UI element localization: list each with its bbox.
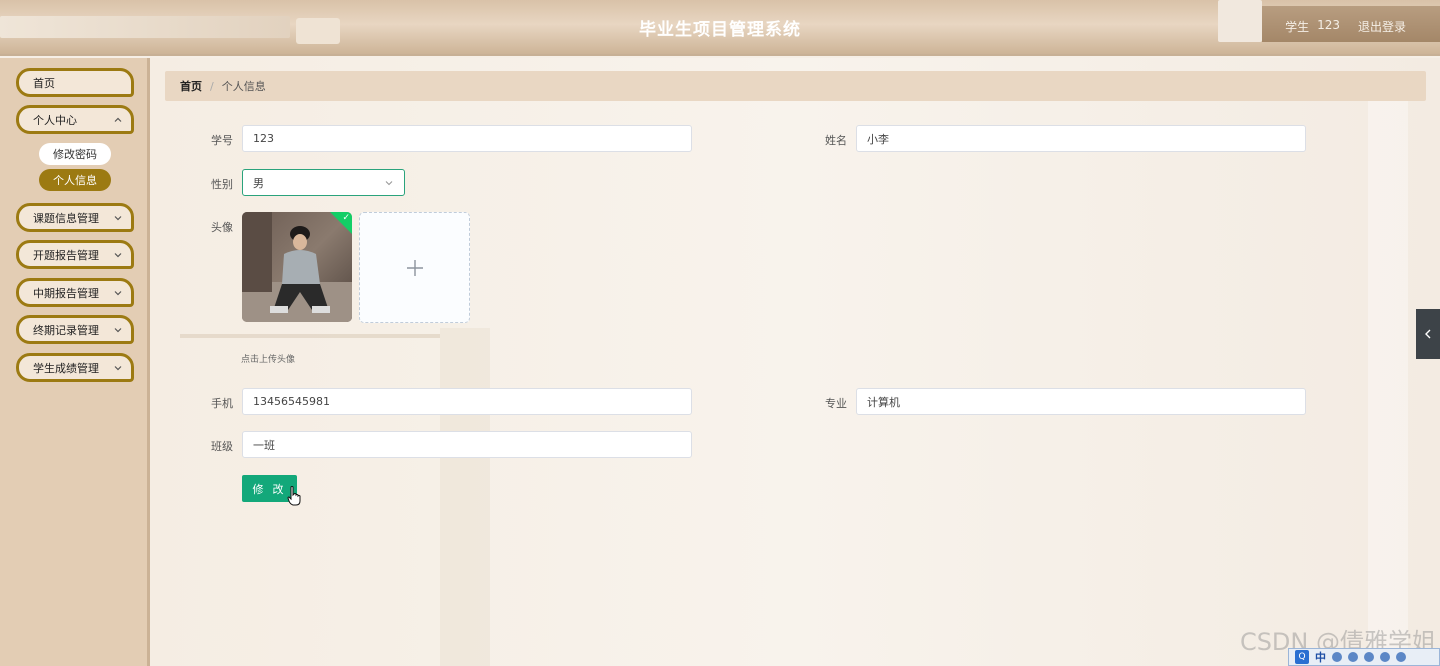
gender-label: 性别 bbox=[211, 178, 233, 191]
plus-icon bbox=[406, 259, 423, 276]
sidebar-item-grade-management[interactable]: 学生成绩管理 bbox=[16, 353, 134, 382]
breadcrumb-separator: / bbox=[210, 79, 214, 93]
keyboard-icon[interactable] bbox=[1364, 652, 1374, 662]
student-id-label: 学号 bbox=[211, 134, 233, 147]
chevron-down-icon bbox=[385, 181, 393, 186]
main-content: 首页 / 个人信息 学号 123 姓名 小李 性别 男 头像 ✓ 点击上传头像 … bbox=[150, 58, 1440, 666]
sidebar-item-topic-management[interactable]: 课题信息管理 bbox=[16, 203, 134, 232]
sidebar-item-label: 中期报告管理 bbox=[33, 286, 99, 300]
sidebar-item-midterm-management[interactable]: 中期报告管理 bbox=[16, 278, 134, 307]
avatar-image[interactable]: ✓ bbox=[242, 212, 352, 322]
background-decoration bbox=[180, 334, 440, 338]
gender-value: 男 bbox=[253, 176, 264, 190]
punctuation-icon[interactable] bbox=[1348, 652, 1358, 662]
sidebar-item-final-records[interactable]: 终期记录管理 bbox=[16, 315, 134, 344]
user-role: 学生 bbox=[1285, 20, 1310, 34]
name-input[interactable]: 小李 bbox=[856, 125, 1306, 152]
ime-toolbar[interactable]: Q 中 bbox=[1288, 648, 1440, 666]
student-id-input[interactable]: 123 bbox=[242, 125, 692, 152]
ime-logo-icon: Q bbox=[1295, 650, 1309, 664]
user-info: 学生 123 bbox=[1285, 18, 1340, 35]
breadcrumb-current: 个人信息 bbox=[221, 80, 266, 93]
class-input[interactable]: 一班 bbox=[242, 431, 692, 458]
sidebar-subitem-personal-info[interactable]: 个人信息 bbox=[39, 169, 111, 191]
chevron-down-icon bbox=[114, 328, 122, 333]
logout-link[interactable]: 退出登录 bbox=[1358, 18, 1406, 35]
name-value: 小李 bbox=[867, 132, 889, 146]
sidebar-item-label: 课题信息管理 bbox=[33, 211, 99, 225]
user-name: 123 bbox=[1317, 18, 1340, 32]
chevron-down-icon bbox=[114, 366, 122, 371]
hand-cursor-icon bbox=[287, 486, 301, 506]
sidebar-item-label: 个人中心 bbox=[33, 113, 77, 127]
chevron-down-icon bbox=[114, 291, 122, 296]
moon-icon[interactable] bbox=[1332, 652, 1342, 662]
sidebar-item-label: 学生成绩管理 bbox=[33, 361, 99, 375]
sidebar-item-label: 开题报告管理 bbox=[33, 248, 99, 262]
phone-label: 手机 bbox=[211, 397, 233, 410]
class-value: 一班 bbox=[253, 438, 275, 452]
background-decoration bbox=[440, 328, 490, 666]
settings-icon[interactable] bbox=[1380, 652, 1390, 662]
sidebar-item-label: 首页 bbox=[33, 76, 55, 90]
ime-mode[interactable]: 中 bbox=[1315, 649, 1326, 665]
class-label: 班级 bbox=[211, 440, 233, 453]
sidebar-subitem-change-password[interactable]: 修改密码 bbox=[39, 143, 111, 165]
breadcrumb: 首页 / 个人信息 bbox=[165, 71, 1426, 101]
background-decoration bbox=[1368, 78, 1408, 658]
sidebar-subitem-label: 修改密码 bbox=[53, 148, 97, 161]
check-icon: ✓ bbox=[342, 213, 350, 223]
chevron-up-icon bbox=[114, 117, 122, 122]
avatar-upload-button[interactable] bbox=[359, 212, 470, 323]
major-label: 专业 bbox=[825, 397, 847, 410]
chevron-down-icon bbox=[114, 216, 122, 221]
app-title: 毕业生项目管理系统 bbox=[639, 20, 801, 40]
sidebar-item-home[interactable]: 首页 bbox=[16, 68, 134, 97]
user-area: 学生 123 退出登录 bbox=[1285, 18, 1406, 35]
avatar-label: 头像 bbox=[211, 221, 233, 234]
breadcrumb-home[interactable]: 首页 bbox=[180, 78, 202, 94]
sidebar: 首页 个人中心 修改密码 个人信息 课题信息管理 开题报告管理 中期报告管理 终… bbox=[0, 58, 150, 666]
phone-value: 13456545981 bbox=[253, 395, 330, 408]
phone-input[interactable]: 13456545981 bbox=[242, 388, 692, 415]
avatar-upload-hint: 点击上传头像 bbox=[241, 355, 296, 365]
major-value: 计算机 bbox=[867, 395, 900, 409]
gender-select[interactable]: 男 bbox=[242, 169, 405, 196]
sidebar-item-label: 终期记录管理 bbox=[33, 323, 99, 337]
sidebar-item-personal-center[interactable]: 个人中心 bbox=[16, 105, 134, 134]
chevron-down-icon bbox=[114, 253, 122, 258]
name-label: 姓名 bbox=[825, 134, 847, 147]
chevron-left-icon bbox=[1425, 329, 1431, 339]
tools-icon[interactable] bbox=[1396, 652, 1406, 662]
sidebar-item-proposal-management[interactable]: 开题报告管理 bbox=[16, 240, 134, 269]
side-panel-toggle[interactable] bbox=[1416, 309, 1440, 359]
student-id-value: 123 bbox=[253, 132, 274, 145]
major-input[interactable]: 计算机 bbox=[856, 388, 1306, 415]
sidebar-subitem-label: 个人信息 bbox=[53, 174, 97, 187]
header: 毕业生项目管理系统 学生 123 退出登录 bbox=[0, 0, 1440, 56]
